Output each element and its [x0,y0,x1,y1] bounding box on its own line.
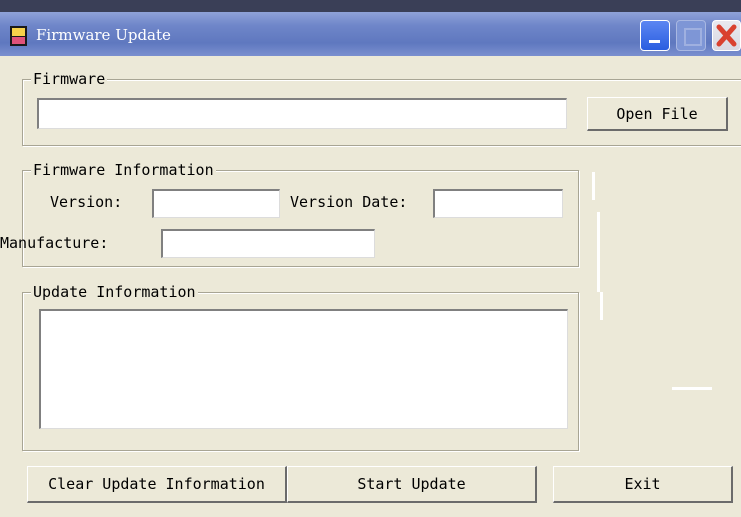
version-date-label: Version Date: [290,193,408,211]
minimize-button[interactable] [640,20,670,51]
version-date-input[interactable] [433,189,563,218]
desktop-strip [0,0,741,12]
firmware-info-legend: Firmware Information [31,160,216,180]
app-icon [10,26,27,46]
decorative-mark [672,387,712,390]
update-info-textarea[interactable] [39,309,568,429]
manufacture-label: Manufacture: [0,234,109,252]
firmware-legend: Firmware [31,69,108,89]
update-info-legend: Update Information [31,282,198,302]
open-file-button[interactable]: Open File [587,97,728,131]
start-update-button[interactable]: Start Update [287,466,537,503]
decorative-mark [592,172,595,200]
clear-update-info-button[interactable]: Clear Update Information [27,466,287,503]
exit-button[interactable]: Exit [553,466,733,503]
manufacture-input[interactable] [161,229,375,258]
maximize-button[interactable] [676,20,706,51]
close-button[interactable] [712,20,741,51]
maximize-icon [684,28,702,46]
version-label: Version: [50,193,123,211]
window-title: Firmware Update [36,26,171,44]
close-icon [716,24,737,47]
decorative-mark [597,212,600,292]
firmware-path-input[interactable] [37,98,567,129]
firmware-update-window: Firmware Update Firmware Open File Firmw… [0,0,741,517]
decorative-mark [600,292,603,320]
version-input[interactable] [152,189,280,218]
